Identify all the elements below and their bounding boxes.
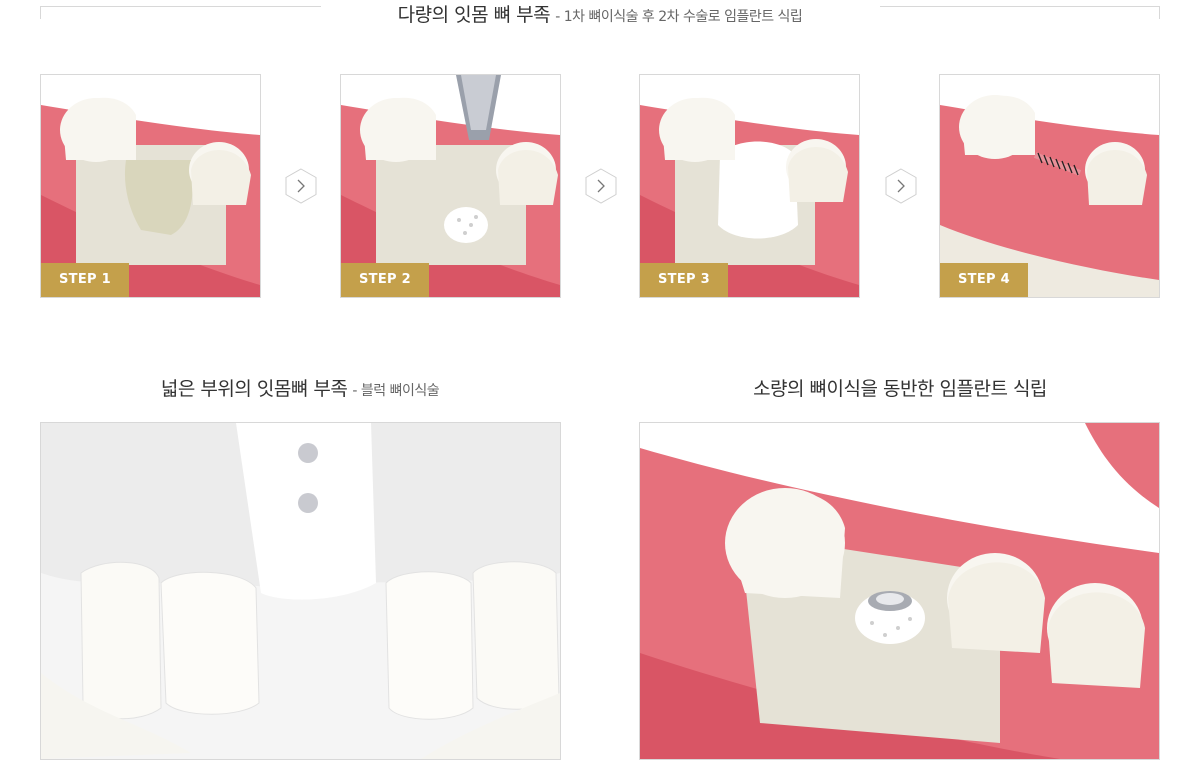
- implant-graft-illustration-card: [639, 422, 1160, 760]
- section-heading-staged: 다량의 잇몸 뼈 부족 - 1차 뼈이식술 후 2차 수술로 임플란트 식립: [320, 0, 880, 27]
- chevron-right-icon: [285, 168, 317, 204]
- header-rule-right: [880, 6, 1160, 19]
- section-title: 다량의 잇몸 뼈 부족: [397, 4, 551, 26]
- chevron-right-icon: [585, 168, 617, 204]
- section-subtitle: - 1차 뼈이식술 후 2차 수술로 임플란트 식립: [555, 9, 803, 25]
- step-card-4: STEP 4: [939, 74, 1160, 298]
- step-badge: STEP 4: [940, 263, 1028, 297]
- section-heading-simultaneous: 소량의 뼈이식을 동반한 임플란트 식립: [640, 374, 1160, 401]
- block-graft-illustration-card: [40, 422, 561, 760]
- step-card-2: STEP 2: [340, 74, 561, 298]
- header-rule-left: [40, 6, 321, 19]
- section-title: 소량의 뼈이식을 동반한 임플란트 식립: [753, 378, 1047, 400]
- step-badge: STEP 1: [41, 263, 129, 297]
- section-heading-block: 넓은 부위의 잇몸뼈 부족 - 블럭 뼈이식술: [40, 374, 560, 401]
- chevron-right-icon: [885, 168, 917, 204]
- block-graft-illustration: [41, 423, 560, 759]
- implant-graft-illustration: [640, 423, 1159, 759]
- step-badge: STEP 3: [640, 263, 728, 297]
- step-card-3: STEP 3: [639, 74, 860, 298]
- section-subtitle: - 블럭 뼈이식술: [352, 383, 440, 399]
- step-card-1: STEP 1: [40, 74, 261, 298]
- section-title: 넓은 부위의 잇몸뼈 부족: [160, 378, 348, 400]
- step-badge: STEP 2: [341, 263, 429, 297]
